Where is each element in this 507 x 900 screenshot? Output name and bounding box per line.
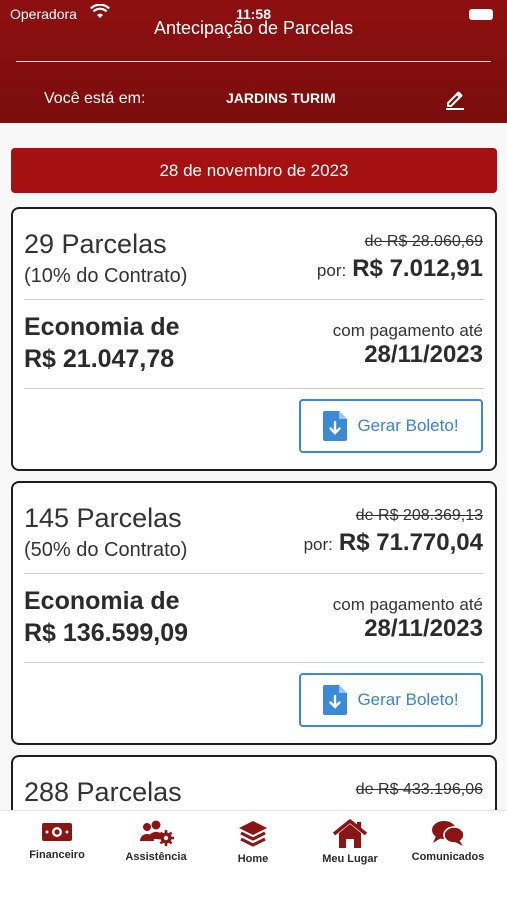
installment-card: 288 Parcelas de R$ 433.196,06 — [11, 755, 497, 810]
installment-card: 145 Parcelas (50% do Contrato) de R$ 208… — [11, 481, 497, 745]
scroll-content[interactable]: 28 de novembro de 2023 29 Parcelas (10% … — [0, 123, 507, 810]
divider — [24, 299, 484, 300]
payment-label: com pagamento até — [332, 321, 483, 340]
payment-date: 28/11/2023 — [364, 615, 483, 642]
discount-price-row: por: R$ 71.770,04 — [304, 529, 483, 557]
contract-percentage: (10% do Contrato) — [24, 265, 188, 287]
bottom-tab-bar: Financeiro Assistência Home Meu Lugar Co… — [0, 810, 507, 900]
divider — [24, 662, 484, 663]
header: Operadora 11:58 Antecipação de Parcelas … — [0, 0, 507, 123]
savings-label: Economia de — [24, 587, 180, 615]
header-divider — [16, 61, 491, 62]
contract-percentage: (50% do Contrato) — [24, 539, 188, 561]
tab-label: Comunicados — [411, 851, 485, 863]
button-label: Gerar Boleto! — [357, 416, 459, 435]
tab-label: Home — [237, 853, 269, 865]
payment-date: 28/11/2023 — [364, 341, 483, 368]
installment-card: 29 Parcelas (10% do Contrato) de R$ 28.0… — [11, 207, 497, 471]
por-label: por: — [303, 535, 333, 554]
installments-count: 29 Parcelas — [24, 229, 167, 259]
generate-boleto-button[interactable]: Gerar Boleto! — [299, 673, 483, 727]
layers-icon — [239, 821, 267, 847]
savings-value: R$ 136.599,09 — [24, 619, 189, 647]
tab-meu-lugar[interactable]: Meu Lugar — [300, 819, 400, 865]
divider — [24, 388, 484, 389]
tab-assistencia[interactable]: Assistência — [106, 819, 206, 863]
original-price: de R$ 28.060,69 — [364, 233, 483, 250]
divider — [24, 573, 484, 574]
discount-price-row: por: R$ 7.012,91 — [317, 255, 483, 283]
savings-block: Economia de R$ 21.047,78 — [24, 311, 180, 375]
pencil-edit-icon[interactable] — [443, 86, 467, 110]
installments-count: 288 Parcelas — [24, 777, 182, 807]
savings-label: Economia de — [24, 313, 180, 341]
location-label: Você está em: — [44, 90, 146, 107]
tab-label: Meu Lugar — [322, 853, 378, 865]
discount-price: R$ 7.012,91 — [352, 255, 483, 282]
button-label: Gerar Boleto! — [357, 690, 459, 709]
savings-value: R$ 21.047,78 — [24, 345, 175, 373]
payment-label: com pagamento até — [332, 595, 483, 614]
chat-bubbles-icon — [432, 821, 465, 846]
discount-price: R$ 71.770,04 — [338, 529, 483, 556]
users-gear-icon — [140, 820, 174, 846]
page-title: Antecipação de Parcelas — [153, 18, 354, 38]
savings-block: Economia de R$ 136.599,09 — [24, 585, 188, 649]
generate-boleto-button[interactable]: Gerar Boleto! — [299, 399, 483, 453]
original-price: de R$ 208.369,13 — [355, 507, 483, 524]
date-banner: 28 de novembro de 2023 — [11, 148, 497, 193]
installments-count: 145 Parcelas — [24, 503, 182, 533]
file-download-icon — [323, 411, 348, 441]
file-download-icon — [323, 685, 348, 715]
tab-label: Assistência — [125, 851, 187, 863]
original-price: de R$ 433.196,06 — [355, 781, 483, 798]
tab-label: Financeiro — [29, 849, 85, 861]
location-value: JARDINS TURIM — [226, 90, 336, 106]
tab-home[interactable]: Home — [203, 819, 303, 865]
por-label: por: — [316, 261, 347, 280]
money-icon — [42, 823, 72, 841]
house-icon — [332, 819, 368, 848]
tab-financeiro[interactable]: Financeiro — [7, 819, 107, 861]
tab-comunicados[interactable]: Comunicados — [398, 819, 498, 863]
